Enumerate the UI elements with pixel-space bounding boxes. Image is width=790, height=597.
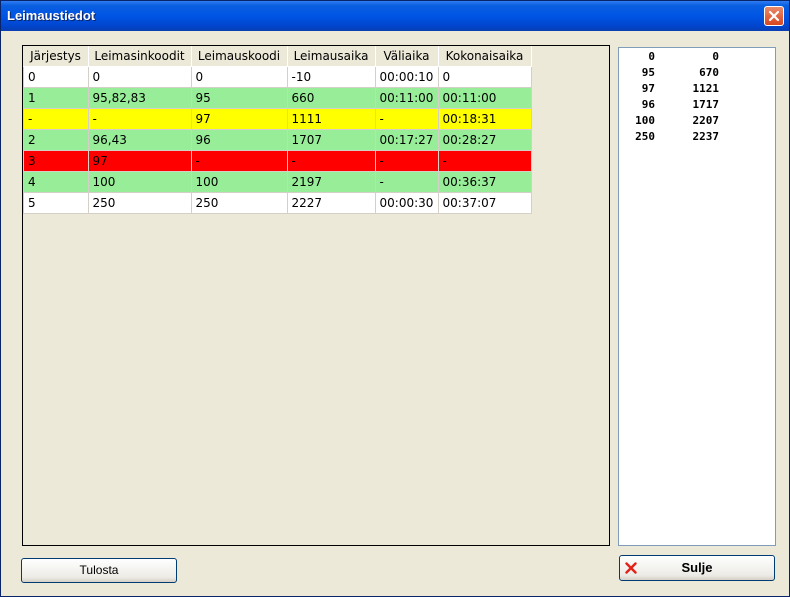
title-bar[interactable]: Leimaustiedot: [1, 1, 789, 31]
column-header[interactable]: Järjestys: [23, 46, 89, 67]
table-cell: 00:28:27: [437, 129, 532, 151]
close-icon: [768, 10, 780, 22]
table-row[interactable]: 2 96,43 96 1707 00:17:27 00:28:27: [23, 129, 532, 151]
table-cell: -: [190, 150, 288, 172]
table-cell: 95,82,83: [87, 87, 192, 109]
table-cell: 1707: [286, 129, 376, 151]
window-close-button[interactable]: [764, 6, 784, 26]
list-item-code: 250: [635, 130, 655, 143]
table-cell: 00:11:00: [437, 87, 532, 109]
list-item[interactable]: 95 670: [619, 64, 775, 80]
table-header-row: Järjestys Leimasinkoodit Leimauskoodi Le…: [23, 46, 532, 67]
table-cell: 97: [190, 108, 288, 130]
table-cell: 00:11:00: [374, 87, 439, 109]
list-item-code: 0: [648, 50, 655, 63]
list-item[interactable]: 100 2207: [619, 112, 775, 128]
list-item[interactable]: 00: [619, 48, 775, 64]
results-table-frame: Järjestys Leimasinkoodit Leimauskoodi Le…: [22, 45, 610, 546]
print-button[interactable]: Tulosta: [21, 558, 177, 583]
table-cell: -: [23, 108, 89, 130]
list-item-time: 2207: [692, 114, 720, 127]
table-row[interactable]: 5 250 250 2227 00:00:30 00:37:07: [23, 192, 532, 214]
table-row[interactable]: 3 97- - - -: [23, 150, 532, 172]
table-cell: 1111: [286, 108, 376, 130]
table-cell: 00:00:30: [374, 192, 439, 214]
list-item-time: 670: [699, 66, 719, 79]
table-cell: 3: [23, 150, 89, 172]
table-cell: 1: [23, 87, 89, 109]
table-row[interactable]: 4 100 100 2197-00:36:37: [23, 171, 532, 193]
table-cell: 00:37:07: [437, 192, 532, 214]
dialog-client: Järjestys Leimasinkoodit Leimauskoodi Le…: [4, 31, 786, 594]
table-cell: -: [286, 150, 376, 172]
table-cell: -: [374, 108, 439, 130]
column-header[interactable]: Leimasinkoodit: [88, 46, 192, 67]
list-item[interactable]: 96 1717: [619, 96, 775, 112]
dialog-window: Leimaustiedot Järjestys Leimasinkoodit L…: [0, 0, 790, 597]
column-header[interactable]: Leimauskoodi: [191, 46, 288, 67]
table-cell: 2197: [286, 171, 376, 193]
list-item-time: 0: [712, 50, 719, 63]
table-cell: 4: [23, 171, 89, 193]
table-row[interactable]: 0 0 0 -10 00:00:10 0: [23, 66, 532, 88]
table-row[interactable]: - -97 1111-00:18:31: [23, 108, 532, 130]
table-cell: 00:17:27: [374, 129, 439, 151]
table-cell: 00:00:10: [374, 66, 439, 88]
list-item-code: 95: [641, 66, 655, 79]
table-cell: -10: [286, 66, 376, 88]
window-title: Leimaustiedot: [7, 8, 96, 23]
results-table: Järjestys Leimasinkoodit Leimauskoodi Le…: [23, 46, 532, 214]
table-cell: -: [437, 150, 532, 172]
table-cell: 100: [190, 171, 288, 193]
column-header[interactable]: Väliaika: [375, 46, 439, 67]
table-cell: 5: [23, 192, 89, 214]
column-header[interactable]: Leimausaika: [287, 46, 376, 67]
table-cell: 2: [23, 129, 89, 151]
list-item-code: 97: [641, 82, 655, 95]
table-cell: 2227: [286, 192, 376, 214]
table-cell: -: [374, 150, 439, 172]
table-cell: 97: [87, 150, 192, 172]
list-item-code: 100: [635, 114, 655, 127]
table-cell: 250: [190, 192, 288, 214]
close-button[interactable]: Sulje: [619, 555, 775, 581]
table-cell: 100: [87, 171, 192, 193]
table-cell: -: [374, 171, 439, 193]
table-cell: 00:18:31: [437, 108, 532, 130]
table-cell: 660: [286, 87, 376, 109]
list-item-time: 1717: [692, 98, 720, 111]
print-button-label: Tulosta: [79, 563, 119, 577]
list-item-time: 1121: [692, 82, 720, 95]
table-cell: 00:36:37: [437, 171, 532, 193]
list-item[interactable]: 97 1121: [619, 80, 775, 96]
table-cell: 0: [23, 66, 89, 88]
table-cell: 250: [87, 192, 192, 214]
column-header[interactable]: Kokonaisaika: [438, 46, 532, 67]
table-row[interactable]: 1 95,82,83 95 660 00:11:00 00:11:00: [23, 87, 532, 109]
list-item[interactable]: 250 2237: [619, 128, 775, 144]
close-button-label: Sulje: [681, 560, 713, 575]
table-cell: 0: [437, 66, 532, 88]
table-cell: 0: [190, 66, 288, 88]
punch-list[interactable]: 0 0 95 670 97 1121 96 1717 100 2207 250 2237: [618, 47, 776, 546]
table-cell: 95: [190, 87, 288, 109]
x-icon: [625, 562, 637, 574]
table-cell: 96: [190, 129, 288, 151]
table-cell: 0: [87, 66, 192, 88]
table-cell: 96,43: [87, 129, 192, 151]
table-cell: -: [87, 108, 192, 130]
list-item-code: 96: [641, 98, 655, 111]
list-item-time: 2237: [692, 130, 720, 143]
